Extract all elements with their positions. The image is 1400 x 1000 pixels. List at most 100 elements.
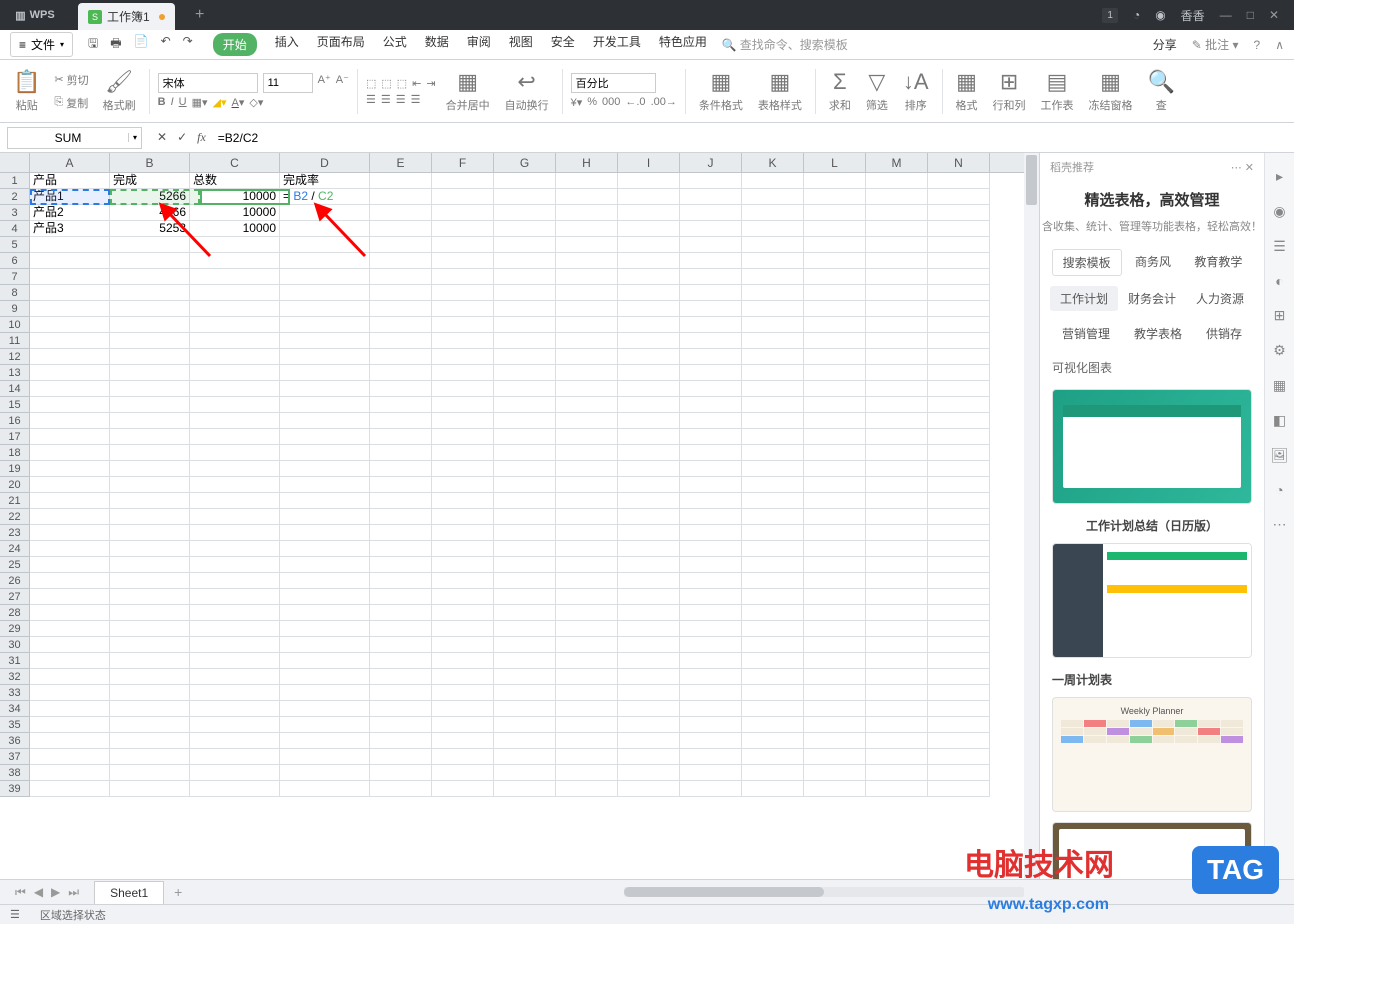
cell[interactable] bbox=[618, 765, 680, 781]
cell[interactable] bbox=[866, 621, 928, 637]
cell[interactable] bbox=[680, 477, 742, 493]
cell[interactable] bbox=[866, 413, 928, 429]
cell[interactable] bbox=[494, 301, 556, 317]
cell[interactable] bbox=[866, 509, 928, 525]
cell[interactable] bbox=[866, 317, 928, 333]
col-header-l[interactable]: L bbox=[804, 153, 866, 172]
cell[interactable] bbox=[110, 589, 190, 605]
cell[interactable] bbox=[804, 509, 866, 525]
cell[interactable] bbox=[370, 461, 432, 477]
cell[interactable] bbox=[556, 669, 618, 685]
cell[interactable] bbox=[556, 237, 618, 253]
cell[interactable] bbox=[742, 189, 804, 205]
cell[interactable] bbox=[804, 541, 866, 557]
cell[interactable] bbox=[742, 749, 804, 765]
cell[interactable] bbox=[190, 589, 280, 605]
cell[interactable] bbox=[680, 269, 742, 285]
cell[interactable] bbox=[280, 397, 370, 413]
cell[interactable] bbox=[432, 717, 494, 733]
cell[interactable] bbox=[494, 173, 556, 189]
cell[interactable] bbox=[742, 541, 804, 557]
cell[interactable] bbox=[680, 173, 742, 189]
cell[interactable] bbox=[370, 333, 432, 349]
cell[interactable] bbox=[804, 285, 866, 301]
cell[interactable] bbox=[680, 525, 742, 541]
cell[interactable] bbox=[494, 749, 556, 765]
cell[interactable] bbox=[280, 221, 370, 237]
cell[interactable] bbox=[866, 765, 928, 781]
cell[interactable] bbox=[680, 445, 742, 461]
row-header[interactable]: 28 bbox=[0, 605, 30, 621]
cell[interactable] bbox=[866, 269, 928, 285]
cell[interactable] bbox=[190, 301, 280, 317]
cell[interactable] bbox=[370, 429, 432, 445]
cell[interactable] bbox=[804, 605, 866, 621]
cell[interactable] bbox=[680, 397, 742, 413]
panel-menu-icon[interactable]: ⋯ bbox=[1231, 162, 1242, 174]
cell[interactable] bbox=[556, 765, 618, 781]
cell[interactable] bbox=[190, 445, 280, 461]
tab-review[interactable]: 审阅 bbox=[467, 33, 491, 56]
cell[interactable] bbox=[30, 781, 110, 797]
align-center-icon[interactable]: ☰ bbox=[381, 93, 391, 106]
cell[interactable] bbox=[928, 557, 990, 573]
cell[interactable] bbox=[370, 269, 432, 285]
row-header[interactable]: 35 bbox=[0, 717, 30, 733]
cell[interactable] bbox=[556, 173, 618, 189]
file-menu[interactable]: ≡ 文件 ▾ bbox=[10, 32, 73, 57]
cell[interactable] bbox=[618, 557, 680, 573]
cell[interactable] bbox=[556, 205, 618, 221]
cells-area[interactable]: 产品完成总数完成率产品1526610000= B2 / C2产品24266100… bbox=[30, 173, 1024, 797]
row-header[interactable]: 1 bbox=[0, 173, 30, 189]
cell[interactable] bbox=[30, 525, 110, 541]
cell[interactable] bbox=[618, 445, 680, 461]
redo-icon[interactable]: ↷ bbox=[183, 34, 193, 55]
rowscols-icon[interactable]: ⊞ bbox=[1000, 69, 1018, 95]
cell[interactable] bbox=[866, 717, 928, 733]
cell[interactable] bbox=[110, 237, 190, 253]
cell[interactable] bbox=[556, 557, 618, 573]
cell[interactable] bbox=[556, 381, 618, 397]
cell[interactable] bbox=[866, 541, 928, 557]
cell[interactable] bbox=[866, 349, 928, 365]
cell[interactable] bbox=[866, 493, 928, 509]
cancel-formula-icon[interactable]: ✕ bbox=[157, 130, 167, 145]
cell[interactable] bbox=[432, 685, 494, 701]
cell[interactable] bbox=[190, 653, 280, 669]
decrease-font-icon[interactable]: A⁻ bbox=[336, 73, 349, 93]
cell[interactable] bbox=[680, 685, 742, 701]
cell[interactable] bbox=[866, 525, 928, 541]
cell[interactable] bbox=[804, 573, 866, 589]
cell[interactable] bbox=[110, 685, 190, 701]
cell[interactable] bbox=[866, 189, 928, 205]
cell[interactable] bbox=[618, 301, 680, 317]
row-header[interactable]: 26 bbox=[0, 573, 30, 589]
col-header-k[interactable]: K bbox=[742, 153, 804, 172]
row-header[interactable]: 29 bbox=[0, 621, 30, 637]
clear-format-icon[interactable]: ◇▾ bbox=[249, 96, 263, 109]
cell[interactable] bbox=[928, 605, 990, 621]
underline-icon[interactable]: U bbox=[179, 96, 187, 109]
cell[interactable] bbox=[866, 381, 928, 397]
cell[interactable] bbox=[30, 493, 110, 509]
align-middle-icon[interactable]: ⬚ bbox=[381, 77, 391, 90]
name-box[interactable]: SUM ▾ bbox=[7, 127, 142, 149]
cell[interactable] bbox=[618, 285, 680, 301]
cell[interactable] bbox=[432, 413, 494, 429]
cell[interactable] bbox=[30, 637, 110, 653]
cell[interactable] bbox=[618, 461, 680, 477]
cell[interactable] bbox=[30, 285, 110, 301]
cell[interactable] bbox=[866, 733, 928, 749]
bold-icon[interactable]: B bbox=[158, 96, 166, 109]
row-header[interactable]: 37 bbox=[0, 749, 30, 765]
cell[interactable] bbox=[742, 685, 804, 701]
cell[interactable] bbox=[928, 285, 990, 301]
cell[interactable] bbox=[866, 749, 928, 765]
sheet-prev-icon[interactable]: ◀ bbox=[34, 885, 43, 900]
cell[interactable] bbox=[680, 605, 742, 621]
paste-icon[interactable]: 📋 bbox=[13, 69, 40, 95]
cell[interactable] bbox=[110, 333, 190, 349]
cell[interactable] bbox=[928, 461, 990, 477]
status-icon[interactable]: ☰ bbox=[10, 908, 20, 921]
cell[interactable] bbox=[618, 237, 680, 253]
